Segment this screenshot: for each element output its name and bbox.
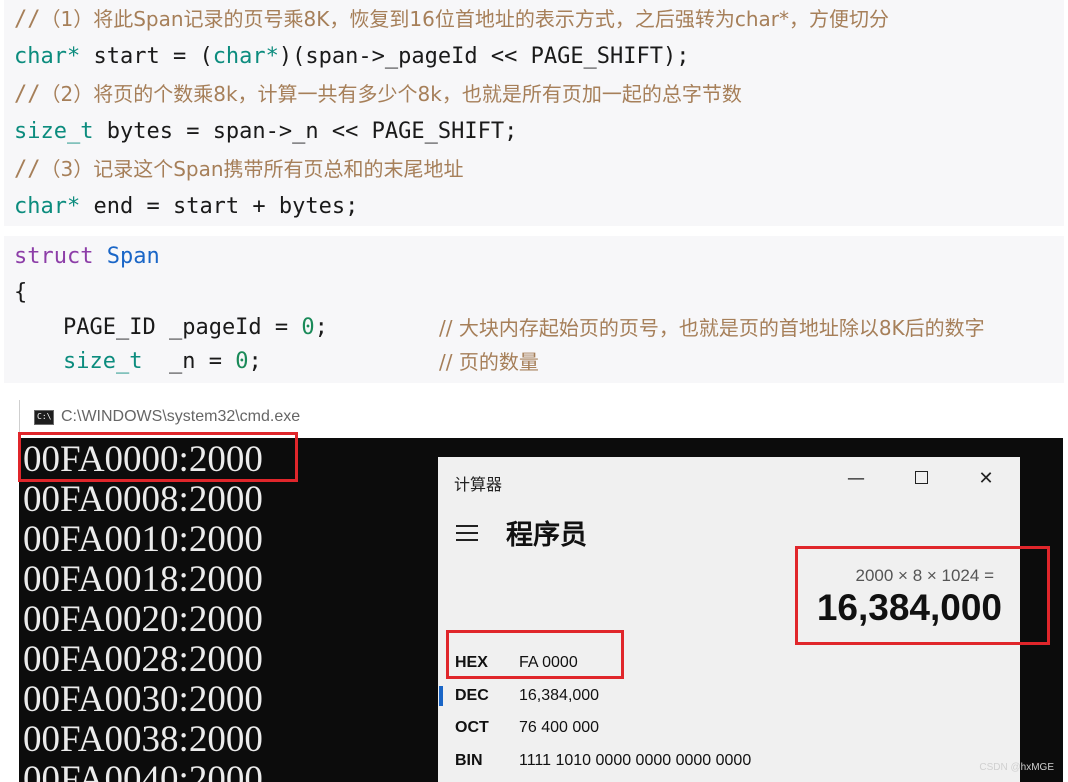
number-token: 0 [235,349,249,374]
code-line: size_t bytes = span->_n << PAGE_SHIFT; [14,117,517,147]
type-token: char* [14,44,81,69]
code-line: size_t _n = 0; [63,347,262,377]
console-line: 00FA0008:2000 [23,479,263,520]
code-line: char* end = start + bytes; [14,192,358,222]
watermark: CSDN @hxMGE [979,762,1054,773]
highlight-box-address [18,432,298,482]
cmd-icon: C:\ [34,410,54,425]
keyword-token: struct [14,244,94,269]
comment-text: （3）记录这个Span携带所有页总和的末尾地址 [40,157,464,181]
radix-value: 16,384,000 [519,687,600,704]
type-token: size_t [63,349,143,374]
radix-value: 1111 1010 0000 0000 0000 0000 [519,752,752,769]
highlight-box-result [795,546,1050,645]
console-line: 00FA0020:2000 [23,599,263,640]
radix-row-oct[interactable]: OCT 76 400 000 [438,713,838,745]
type-name-token: Span [106,244,160,269]
type-token: size_t [14,119,94,144]
console-line: 00FA0018:2000 [23,559,263,600]
code-comment-line: //（1）将此Span记录的页号乘8K，恢复到16位首地址的表示方式，之后强转为… [14,4,889,34]
comment-marker: // [14,82,41,107]
comment-marker: // [14,7,41,32]
code-token: start = ( [80,44,213,69]
code-comment: // 大块内存起始页的页号，也就是页的首地址除以8K后的数字 [439,316,985,340]
comment-text: （2）将页的个数乘8k，计算一共有多少个8k，也就是所有页加一起的总字节数 [40,82,742,106]
selected-indicator [439,686,443,706]
minimize-button[interactable]: — [838,465,874,493]
console-line: 00FA0028:2000 [23,639,263,680]
console-line: 00FA0040:2000 [23,759,263,782]
cmd-window-title: C:\WINDOWS\system32\cmd.exe [61,408,301,425]
code-line: struct Span [14,242,160,272]
hamburger-menu-icon[interactable] [456,525,478,541]
code-line: char* start = (char*)(span->_pageId << P… [14,42,690,72]
code-snippet-2: struct Span { PAGE_ID _pageId = 0; // 大块… [4,236,1064,383]
close-button[interactable]: ✕ [968,465,1004,493]
code-snippet-1: //（1）将此Span记录的页号乘8K，恢复到16位首地址的表示方式，之后强转为… [4,0,1064,226]
code-token: )(span->_pageId << PAGE_SHIFT); [278,44,690,69]
code-token: PAGE_ID _pageId = [63,315,302,340]
number-token: 0 [301,315,315,340]
type-token: char* [212,44,279,69]
comment-text: （1）将此Span记录的页号乘8K，恢复到16位首地址的表示方式，之后强转为ch… [40,7,890,31]
code-line: { [14,280,28,305]
code-token: ; [314,315,328,340]
code-token: ; [248,349,262,374]
radix-value: 76 400 000 [519,719,600,736]
code-line: PAGE_ID _pageId = 0; [63,313,328,343]
code-comment-line: //（3）记录这个Span携带所有页总和的末尾地址 [14,154,464,184]
code-token: end = start + bytes; [80,194,359,219]
radix-label: BIN [455,752,483,769]
minimize-icon: — [847,468,865,489]
comment-marker: // [14,157,41,182]
console-line: 00FA0038:2000 [23,719,263,760]
console-line: 00FA0010:2000 [23,519,263,560]
code-comment-line: //（2）将页的个数乘8k，计算一共有多少个8k，也就是所有页加一起的总字节数 [14,79,742,109]
highlight-box-hex [446,630,624,679]
maximize-button[interactable] [903,465,939,493]
close-icon: ✕ [978,468,994,489]
code-token: _n = [142,349,236,374]
radix-label: OCT [455,719,489,736]
type-token: char* [14,194,81,219]
radix-row-dec[interactable]: DEC 16,384,000 [438,681,838,713]
radix-row-bin[interactable]: BIN 1111 1010 0000 0000 0000 0000 [438,746,838,778]
radix-label: DEC [455,687,489,704]
maximize-icon [914,471,928,484]
calculator-title: 计算器 [454,475,503,494]
calculator-mode-title: 程序员 [506,520,587,551]
code-token: bytes = span->_n << PAGE_SHIFT; [93,119,518,144]
console-line: 00FA0030:2000 [23,679,263,720]
code-comment: // 页的数量 [439,350,539,374]
